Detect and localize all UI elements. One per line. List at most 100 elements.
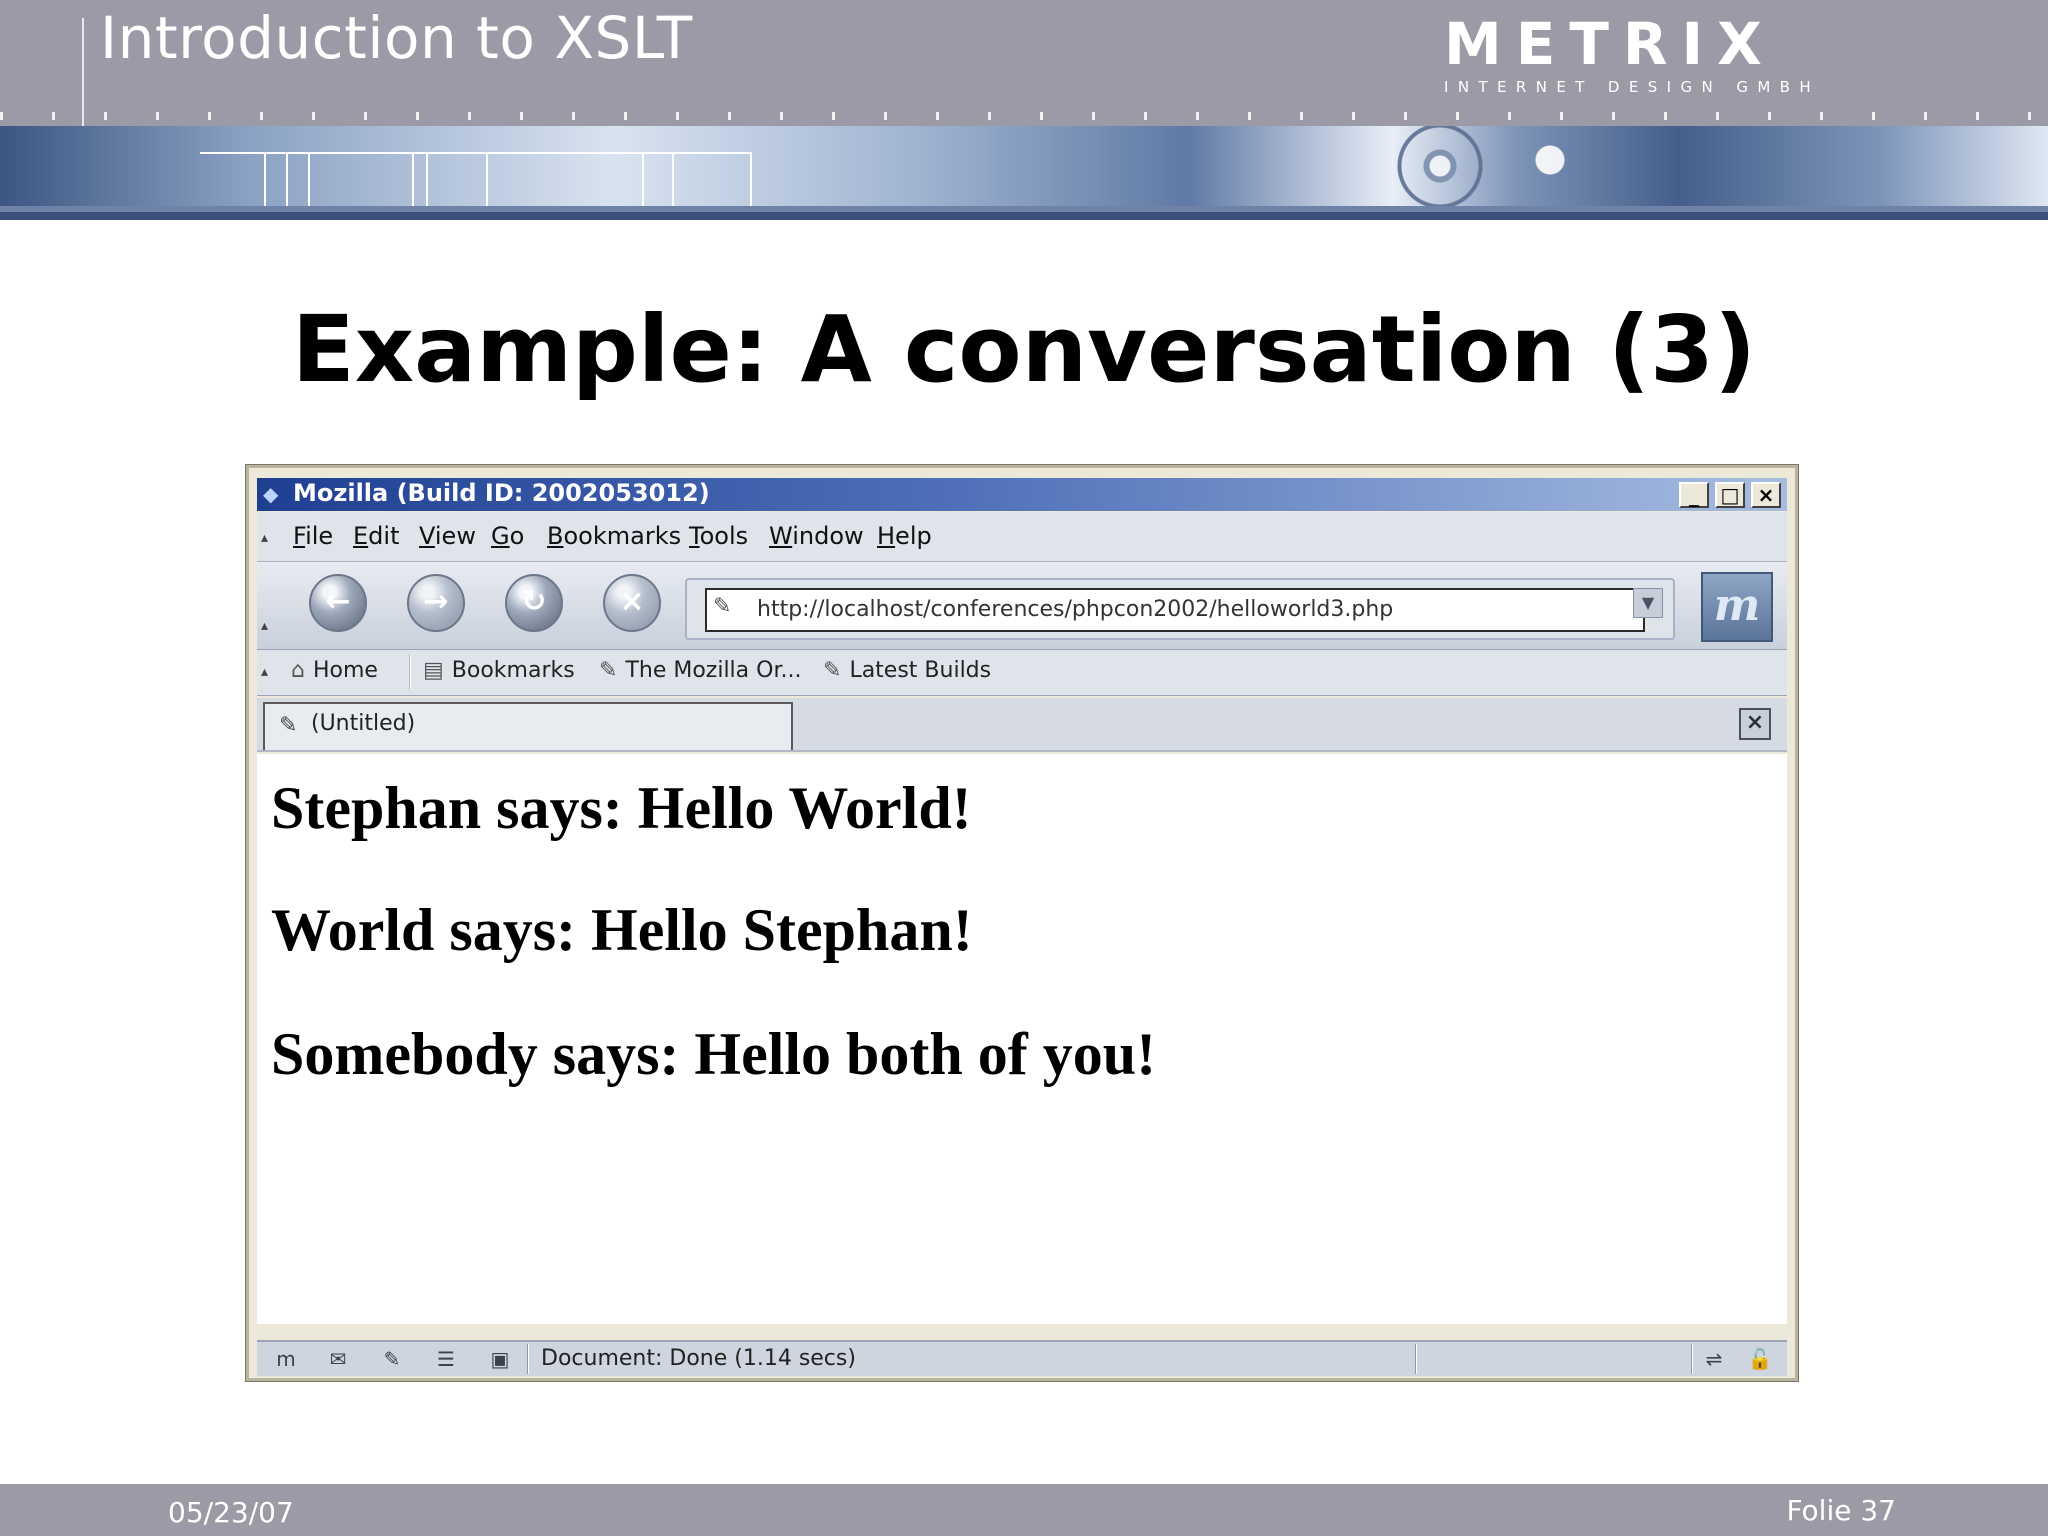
- back-button[interactable]: ←: [309, 574, 367, 632]
- toolbar-separator: [409, 654, 411, 690]
- back-arrow-icon: ←: [325, 584, 351, 619]
- close-button[interactable]: ×: [1751, 482, 1781, 508]
- online-status-icon[interactable]: ⇌: [1699, 1346, 1729, 1372]
- menu-edit[interactable]: Edit: [353, 522, 399, 550]
- banner-line: [412, 152, 414, 206]
- menu-bar: ▴ File Edit View Go Bookmarks Tools Wind…: [257, 512, 1787, 562]
- url-history-dropdown-button[interactable]: ▼: [1633, 588, 1663, 618]
- bookmark-mozilla-org-label: The Mozilla Or...: [625, 658, 802, 683]
- menu-go-label: o: [509, 522, 525, 550]
- banner-line: [264, 152, 266, 206]
- bookmark-home[interactable]: ⌂ Home: [291, 658, 378, 683]
- menu-go-accel: G: [491, 522, 510, 550]
- maximize-button[interactable]: □: [1715, 482, 1745, 508]
- menu-file-accel: F: [293, 522, 306, 550]
- composer-icon[interactable]: ✎: [377, 1346, 407, 1372]
- bookmark-latest-builds-label: Latest Builds: [849, 658, 992, 683]
- toolbar-grip-icon[interactable]: ▴: [261, 664, 275, 680]
- logo-tagline: INTERNET DESIGN GMBH: [1444, 78, 1821, 96]
- menu-view[interactable]: View: [419, 522, 476, 550]
- menu-bookmarks-accel: B: [547, 522, 564, 550]
- reload-icon: ↻: [521, 584, 547, 619]
- slide-footer: 05/23/07 Folie 37: [0, 1484, 2048, 1536]
- banner-line: [426, 152, 428, 206]
- navigation-toolbar: ▴ ← → ↻ × http://localhost/conferences/p…: [257, 562, 1787, 650]
- banner-line: [486, 152, 488, 206]
- stop-button[interactable]: ×: [603, 574, 661, 632]
- navigator-icon[interactable]: m: [271, 1346, 301, 1372]
- close-icon: ×: [1745, 710, 1765, 735]
- personal-toolbar: ▴ ⌂ Home ▤ Bookmarks ✎ The Mozilla Or... ✎ L…: [257, 650, 1787, 696]
- bookmark-home-label: Home: [312, 658, 378, 683]
- toolbar-grip-icon[interactable]: ▴: [261, 618, 275, 634]
- forward-button[interactable]: →: [407, 574, 465, 632]
- tab-label: (Untitled): [311, 711, 416, 736]
- menu-tools-label: ools: [699, 522, 749, 550]
- status-bar: m ✉ ✎ ☰ ▣ Document: Done (1.14 secs) ⇌ 🔓: [257, 1340, 1787, 1376]
- stop-icon: ×: [619, 584, 645, 619]
- status-separator: [1691, 1344, 1693, 1374]
- tab-bar: ✎ (Untitled) ×: [257, 698, 1787, 752]
- menu-window-label: indow: [792, 522, 864, 550]
- banner-gear-graphic: [1300, 126, 1660, 206]
- security-lock-icon[interactable]: 🔓: [1745, 1346, 1775, 1372]
- bookmark-bookmarks-label: Bookmarks: [451, 658, 575, 683]
- menu-go[interactable]: Go: [491, 522, 524, 550]
- menu-view-accel: V: [419, 522, 435, 550]
- status-separator: [527, 1344, 529, 1374]
- window-titlebar[interactable]: ◆ Mozilla (Build ID: 2002053012) _ □ ×: [257, 478, 1787, 511]
- menu-tools[interactable]: Tools: [689, 522, 748, 550]
- bookmark-latest-builds[interactable]: ✎ Latest Builds: [823, 658, 991, 683]
- menu-file-label: ile: [305, 522, 334, 550]
- metrix-logo: METRIX INTERNET DESIGN GMBH: [1444, 14, 1836, 96]
- menu-edit-accel: E: [353, 522, 369, 550]
- browser-window: ◆ Mozilla (Build ID: 2002053012) _ □ × ▴…: [245, 464, 1799, 1382]
- page-bookmark-icon[interactable]: ✎: [713, 594, 731, 619]
- menu-window[interactable]: Window: [769, 522, 864, 550]
- tab-untitled[interactable]: ✎ (Untitled): [263, 702, 793, 750]
- close-tab-button[interactable]: ×: [1739, 708, 1771, 740]
- bookmark-mozilla-org[interactable]: ✎ The Mozilla Or...: [599, 658, 801, 683]
- minimize-button[interactable]: _: [1679, 482, 1709, 508]
- menu-bookmarks[interactable]: Bookmarks: [547, 522, 681, 550]
- mozilla-throbber-icon[interactable]: m: [1701, 572, 1773, 642]
- presentation-title: Introduction to XSLT: [100, 4, 693, 72]
- menu-help-accel: H: [877, 522, 896, 550]
- banner-line: [308, 152, 310, 206]
- reload-button[interactable]: ↻: [505, 574, 563, 632]
- chat-icon[interactable]: ☰: [431, 1346, 461, 1372]
- bookmark-bookmarks[interactable]: ▤ Bookmarks: [423, 658, 575, 683]
- menu-help-label: elp: [895, 522, 932, 550]
- status-text: Document: Done (1.14 secs): [541, 1346, 856, 1371]
- conversation-line: World says: Hello Stephan!: [271, 897, 973, 963]
- slide-header: Introduction to XSLT METRIX INTERNET DES…: [0, 0, 2048, 126]
- slide: Introduction to XSLT METRIX INTERNET DES…: [0, 0, 2048, 1536]
- home-icon: ⌂: [291, 658, 305, 683]
- menu-help[interactable]: Help: [877, 522, 932, 550]
- forward-arrow-icon: →: [423, 584, 449, 619]
- banner-line: [672, 152, 674, 206]
- header-band-dark: [0, 212, 2048, 220]
- menu-edit-label: dit: [368, 522, 400, 550]
- banner-line: [286, 152, 288, 206]
- bookmarks-folder-icon: ▤: [423, 658, 444, 683]
- slide-title: Example: A conversation (3): [291, 296, 1757, 403]
- menu-bookmarks-label: ookmarks: [563, 522, 682, 550]
- toolbar-grip-icon[interactable]: ▴: [261, 530, 275, 546]
- address-book-icon[interactable]: ▣: [485, 1346, 515, 1372]
- status-separator: [1415, 1344, 1417, 1374]
- footer-page-number: Folie 37: [1786, 1494, 1896, 1527]
- footer-date: 05/23/07: [168, 1496, 294, 1529]
- menu-file[interactable]: File: [293, 522, 333, 550]
- menu-view-label: iew: [434, 522, 476, 550]
- mozilla-app-icon: ◆: [263, 482, 279, 506]
- banner-line-frame: [200, 152, 752, 206]
- header-divider: [82, 18, 84, 126]
- window-title: Mozilla (Build ID: 2002053012): [293, 479, 710, 507]
- menu-window-accel: W: [769, 522, 793, 550]
- mail-icon[interactable]: ✉: [323, 1346, 353, 1372]
- conversation-line: Stephan says: Hello World!: [271, 775, 972, 841]
- url-input[interactable]: http://localhost/conferences/phpcon2002/…: [705, 588, 1645, 632]
- url-bar-container: http://localhost/conferences/phpcon2002/…: [685, 578, 1675, 640]
- conversation-line: Somebody says: Hello both of you!: [271, 1021, 1157, 1087]
